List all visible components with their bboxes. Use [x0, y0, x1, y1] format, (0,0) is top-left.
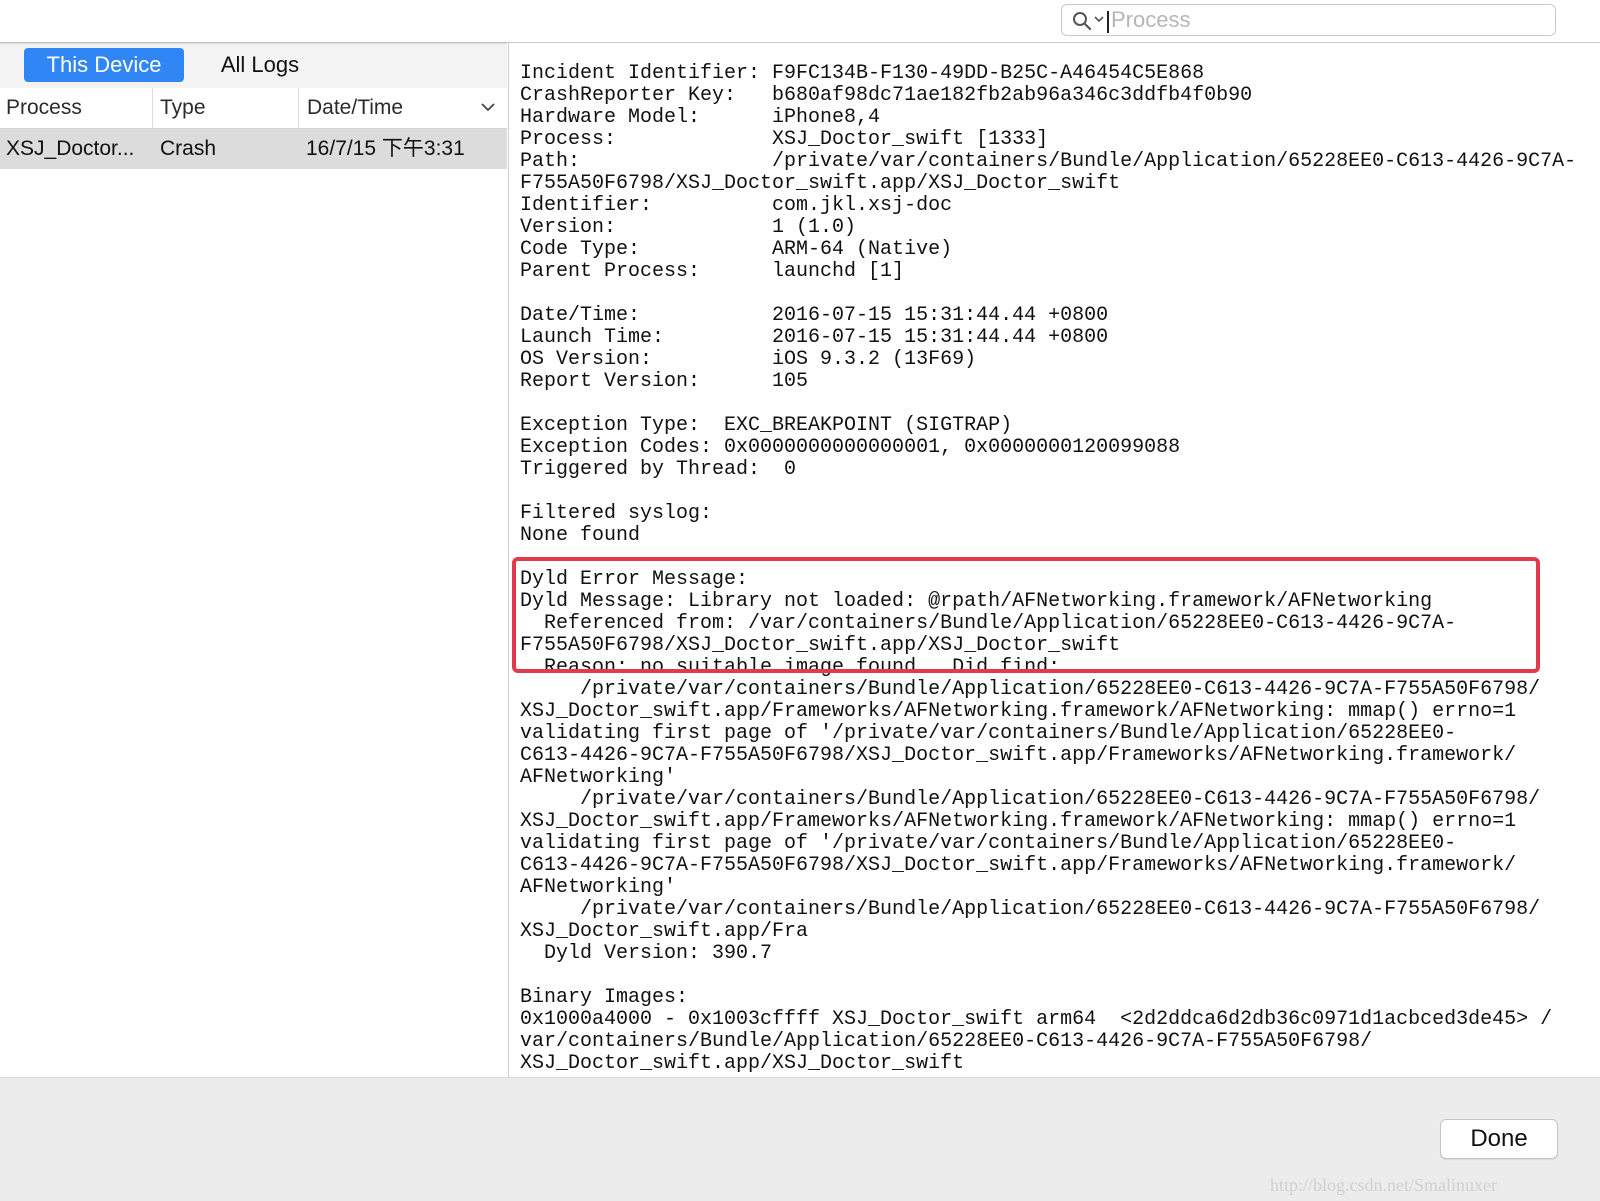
cell-date: 16/7/15 下午3:31: [306, 137, 465, 160]
crash-log-text: Incident Identifier: F9FC134B-F130-49DD-…: [520, 62, 1577, 1075]
search-icon[interactable]: [1072, 11, 1092, 31]
column-header-date[interactable]: Date/Time: [299, 88, 507, 128]
log-list-pane: This Device All Logs Process Type Date/T…: [0, 43, 509, 1077]
table-header: Process Type Date/Time: [0, 88, 507, 129]
cell-type: Crash: [160, 137, 217, 160]
chevron-down-icon[interactable]: [481, 102, 495, 112]
watermark-text: http://blog.csdn.net/Smalinuxer: [1270, 1175, 1497, 1195]
chevron-down-icon[interactable]: [1094, 13, 1104, 25]
column-header-process[interactable]: Process: [0, 88, 153, 128]
table-row[interactable]: XSJ_Doctor... Crash 16/7/15 下午3:31: [0, 129, 507, 169]
bottom-bar: Done http://blog.csdn.net/Smalinuxer: [0, 1077, 1600, 1201]
done-button[interactable]: Done: [1440, 1119, 1558, 1159]
column-header-type[interactable]: Type: [153, 88, 299, 128]
segment-this-device[interactable]: This Device: [24, 48, 184, 82]
crash-log-viewer[interactable]: Incident Identifier: F9FC134B-F130-49DD-…: [509, 43, 1600, 1077]
segment-all-logs[interactable]: All Logs: [198, 48, 322, 82]
source-segmented-control: This Device All Logs: [0, 43, 507, 89]
cell-process: XSJ_Doctor...: [6, 137, 135, 160]
search-input[interactable]: [1111, 7, 1541, 33]
text-caret: [1107, 11, 1109, 33]
toolbar: [0, 0, 1600, 43]
search-field[interactable]: [1061, 4, 1556, 36]
column-header-date-label: Date/Time: [307, 96, 404, 119]
